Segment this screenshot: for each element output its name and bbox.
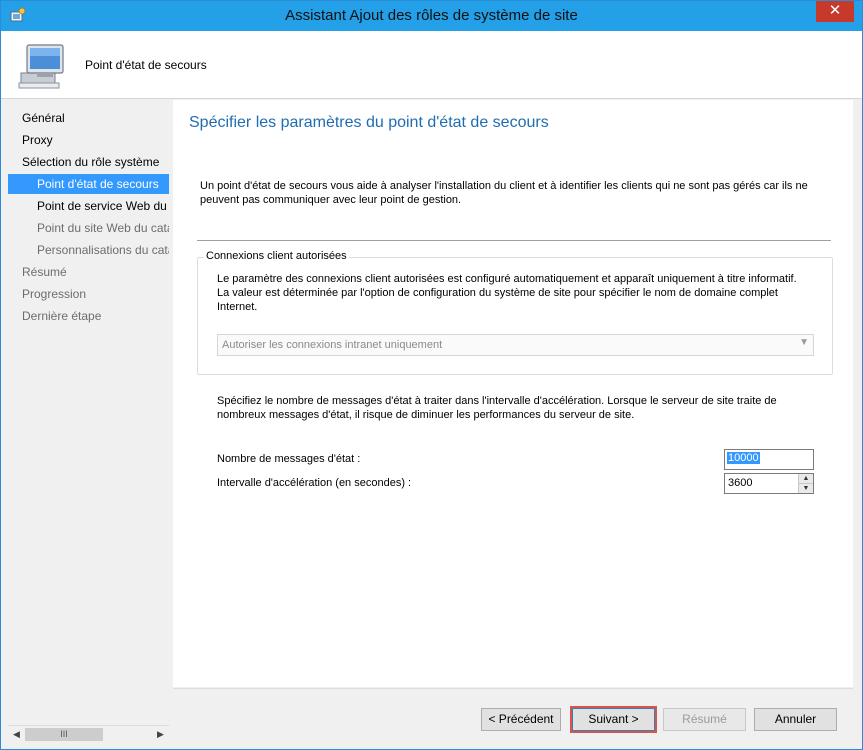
nav-step-app-catalog-customizations[interactable]: Personnalisations du catalogue des appli… (8, 240, 169, 260)
wizard-header: Point d'état de secours (1, 31, 862, 99)
messages-count-value: 10000 (727, 452, 760, 464)
intro-text: Un point d'état de secours vous aide à a… (200, 180, 808, 206)
wizard-step-nav: Général Proxy Sélection du rôle système … (8, 101, 169, 741)
spin-up-icon[interactable]: ▲ (799, 474, 813, 483)
nav-step-proxy[interactable]: Proxy (8, 130, 169, 150)
throttle-description: Spécifiez le nombre de messages d'état à… (217, 395, 777, 421)
scroll-thumb[interactable]: III (25, 728, 103, 741)
footer-divider (173, 688, 853, 689)
nav-step-completion[interactable]: Dernière étape (8, 306, 169, 326)
scroll-left-arrow-icon[interactable]: ◀ (8, 726, 25, 743)
nav-step-fallback-status-point[interactable]: Point d'état de secours (8, 174, 169, 194)
chevron-down-icon: ▼ (799, 337, 809, 348)
spinner[interactable]: ▲ ▼ (798, 474, 813, 493)
section-divider (197, 240, 831, 241)
throttle-interval-stepper[interactable]: 3600 ▲ ▼ (724, 473, 814, 494)
allowed-connections-group: Connexions client autorisées Le paramètr… (197, 250, 833, 375)
spin-down-icon[interactable]: ▼ (799, 483, 813, 493)
messages-count-label: Nombre de messages d'état : (217, 453, 361, 465)
throttle-interval-label: Intervalle d'accélération (en secondes) … (217, 477, 412, 489)
nav-step-app-catalog-web-service[interactable]: Point de service Web du catalogue des ap… (8, 196, 169, 216)
next-button[interactable]: Suivant > (572, 708, 655, 731)
previous-button[interactable]: < Précédent (481, 708, 561, 731)
client-connections-select: Autoriser les connexions intranet unique… (217, 334, 814, 356)
scroll-right-arrow-icon[interactable]: ▶ (152, 726, 169, 743)
group-description: Le paramètre des connexions client autor… (217, 273, 797, 313)
title-bar[interactable]: Assistant Ajout des rôles de système de … (1, 1, 862, 31)
summary-button[interactable]: Résumé (663, 708, 746, 731)
nav-step-general[interactable]: Général (8, 108, 169, 128)
group-legend: Connexions client autorisées (204, 250, 349, 262)
client-connections-value: Autoriser les connexions intranet unique… (222, 339, 443, 351)
nav-step-system-role-selection[interactable]: Sélection du rôle système (8, 152, 169, 172)
throttle-interval-value: 3600 (728, 477, 753, 489)
nav-step-progress[interactable]: Progression (8, 284, 169, 304)
close-button[interactable]: ✕ (816, 1, 854, 22)
main-panel: Spécifier les paramètres du point d'état… (173, 100, 853, 687)
nav-step-summary[interactable]: Résumé (8, 262, 169, 282)
computer-icon (18, 44, 64, 89)
window-title: Assistant Ajout des rôles de système de … (285, 7, 578, 24)
cancel-button[interactable]: Annuler (754, 708, 837, 731)
nav-horizontal-scrollbar[interactable]: ◀ III ▶ (8, 725, 169, 743)
nav-step-app-catalog-website[interactable]: Point du site Web du catalogue des appli… (8, 218, 169, 238)
wizard-window: Assistant Ajout des rôles de système de … (0, 0, 863, 750)
page-header-title: Point d'état de secours (85, 58, 207, 72)
messages-count-input[interactable]: 10000 (724, 449, 814, 470)
page-title: Spécifier les paramètres du point d'état… (189, 114, 549, 131)
